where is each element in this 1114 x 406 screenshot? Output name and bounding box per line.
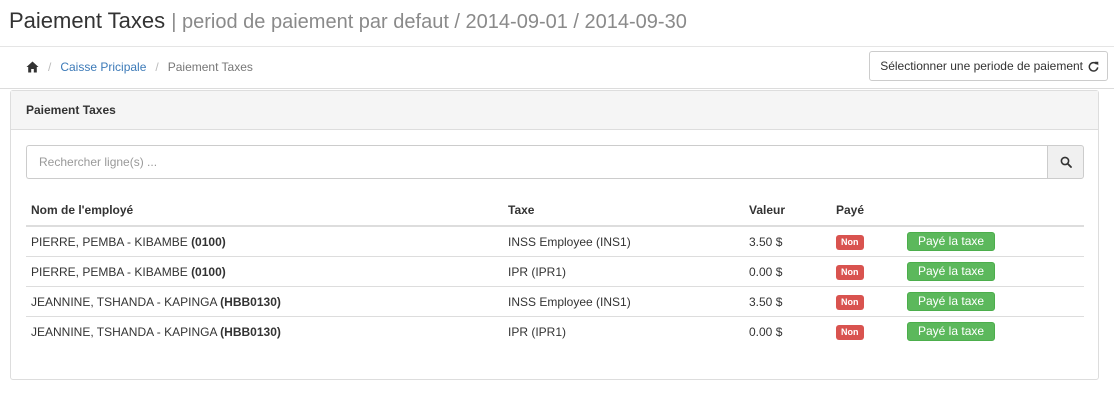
taxes-panel: Paiement Taxes Nom de l'employé Taxe Val…: [10, 90, 1099, 380]
action-cell: Payé la taxe: [902, 256, 1084, 287]
employee-cell: PIERRE, PEMBA - KIBAMBE (0100): [26, 256, 503, 287]
employee-code: (0100): [191, 264, 226, 279]
paid-cell: Non: [831, 256, 902, 287]
page-subtitle: | period de paiement par defaut / 2014-0…: [171, 11, 687, 33]
employee-name: JEANNINE, TSHANDA - KAPINGA: [31, 324, 217, 339]
table-row: PIERRE, PEMBA - KIBAMBE (0100) IPR (IPR1…: [26, 256, 1084, 287]
tax-cell: IPR (IPR1): [503, 256, 744, 287]
table-row: PIERRE, PEMBA - KIBAMBE (0100) INSS Empl…: [26, 226, 1084, 257]
search-group: [26, 145, 1084, 179]
select-period-button[interactable]: Sélectionner une periode de paiement: [869, 51, 1108, 81]
status-badge: Non: [836, 294, 864, 310]
tax-cell: INSS Employee (INS1): [503, 286, 744, 317]
page-title-text: Paiement Taxes: [9, 8, 166, 33]
page-title: Paiement Taxes | period de paiement par …: [9, 8, 687, 34]
paid-cell: Non: [831, 316, 902, 346]
tax-cell: INSS Employee (INS1): [508, 234, 631, 249]
panel-heading: Paiement Taxes: [11, 91, 1098, 130]
column-header-value: Valeur: [744, 197, 831, 227]
action-cell: Payé la taxe: [902, 286, 1084, 317]
table-row: JEANNINE, TSHANDA - KAPINGA (HBB0130) IP…: [26, 316, 1084, 346]
column-header-paid: Payé: [831, 197, 902, 227]
toolbar: / Caisse Pricipale / Paiement Taxes Séle…: [0, 47, 1114, 89]
value-cell: 0.00 $: [744, 256, 831, 287]
action-cell: Payé la taxe: [902, 226, 1084, 257]
breadcrumb-separator: /: [48, 60, 52, 74]
status-badge: Non: [836, 264, 864, 280]
employee-code: (0100): [191, 234, 226, 249]
column-header-tax: Taxe: [503, 197, 744, 227]
employee-name: PIERRE, PEMBA - KIBAMBE: [31, 234, 188, 249]
value-cell: 3.50 $: [749, 234, 783, 249]
action-cell: Payé la taxe: [902, 316, 1084, 346]
breadcrumb: / Caisse Pricipale / Paiement Taxes: [26, 60, 253, 74]
breadcrumb-item-caisse[interactable]: Caisse Pricipale: [60, 60, 146, 74]
employee-name: PIERRE, PEMBA - KIBAMBE: [31, 264, 188, 279]
pay-tax-button[interactable]: Payé la taxe: [907, 232, 996, 251]
breadcrumb-separator: /: [155, 60, 159, 74]
search-button[interactable]: [1047, 145, 1084, 179]
column-header-employee: Nom de l'employé: [26, 197, 503, 227]
panel-title: Paiement Taxes: [26, 103, 116, 117]
status-badge: Non: [836, 324, 864, 340]
employee-code: (HBB0130): [220, 294, 281, 309]
employee-cell: PIERRE, PEMBA - KIBAMBE (0100): [26, 226, 503, 257]
pay-tax-button[interactable]: Payé la taxe: [907, 322, 996, 341]
paid-cell: Non: [831, 226, 902, 257]
status-badge: Non: [836, 234, 864, 250]
employee-name: JEANNINE, TSHANDA - KAPINGA: [31, 294, 217, 309]
value-cell: 0.00 $: [744, 316, 831, 346]
table-header-row: Nom de l'employé Taxe Valeur Payé: [26, 197, 1084, 227]
employee-code: (HBB0130): [220, 324, 281, 339]
search-icon: [1060, 156, 1072, 168]
taxes-table: Nom de l'employé Taxe Valeur Payé PIERRE…: [26, 197, 1084, 346]
table-row: JEANNINE, TSHANDA - KAPINGA (HBB0130) IN…: [26, 286, 1084, 317]
employee-cell: JEANNINE, TSHANDA - KAPINGA (HBB0130): [26, 286, 503, 317]
column-header-action: [902, 197, 1084, 227]
breadcrumb-item-current: Paiement Taxes: [167, 60, 253, 74]
page-header: Paiement Taxes | period de paiement par …: [0, 0, 1114, 47]
pay-tax-button[interactable]: Payé la taxe: [907, 262, 996, 281]
refresh-icon: [1088, 61, 1099, 72]
search-input[interactable]: [26, 145, 1047, 179]
tax-cell: IPR (IPR1): [503, 316, 744, 346]
select-period-label: Sélectionner une periode de paiement: [880, 59, 1083, 73]
pay-tax-button[interactable]: Payé la taxe: [907, 292, 996, 311]
home-icon[interactable]: [26, 61, 39, 73]
value-cell: 3.50 $: [744, 286, 831, 317]
employee-cell: JEANNINE, TSHANDA - KAPINGA (HBB0130): [26, 316, 503, 346]
paid-cell: Non: [831, 286, 902, 317]
